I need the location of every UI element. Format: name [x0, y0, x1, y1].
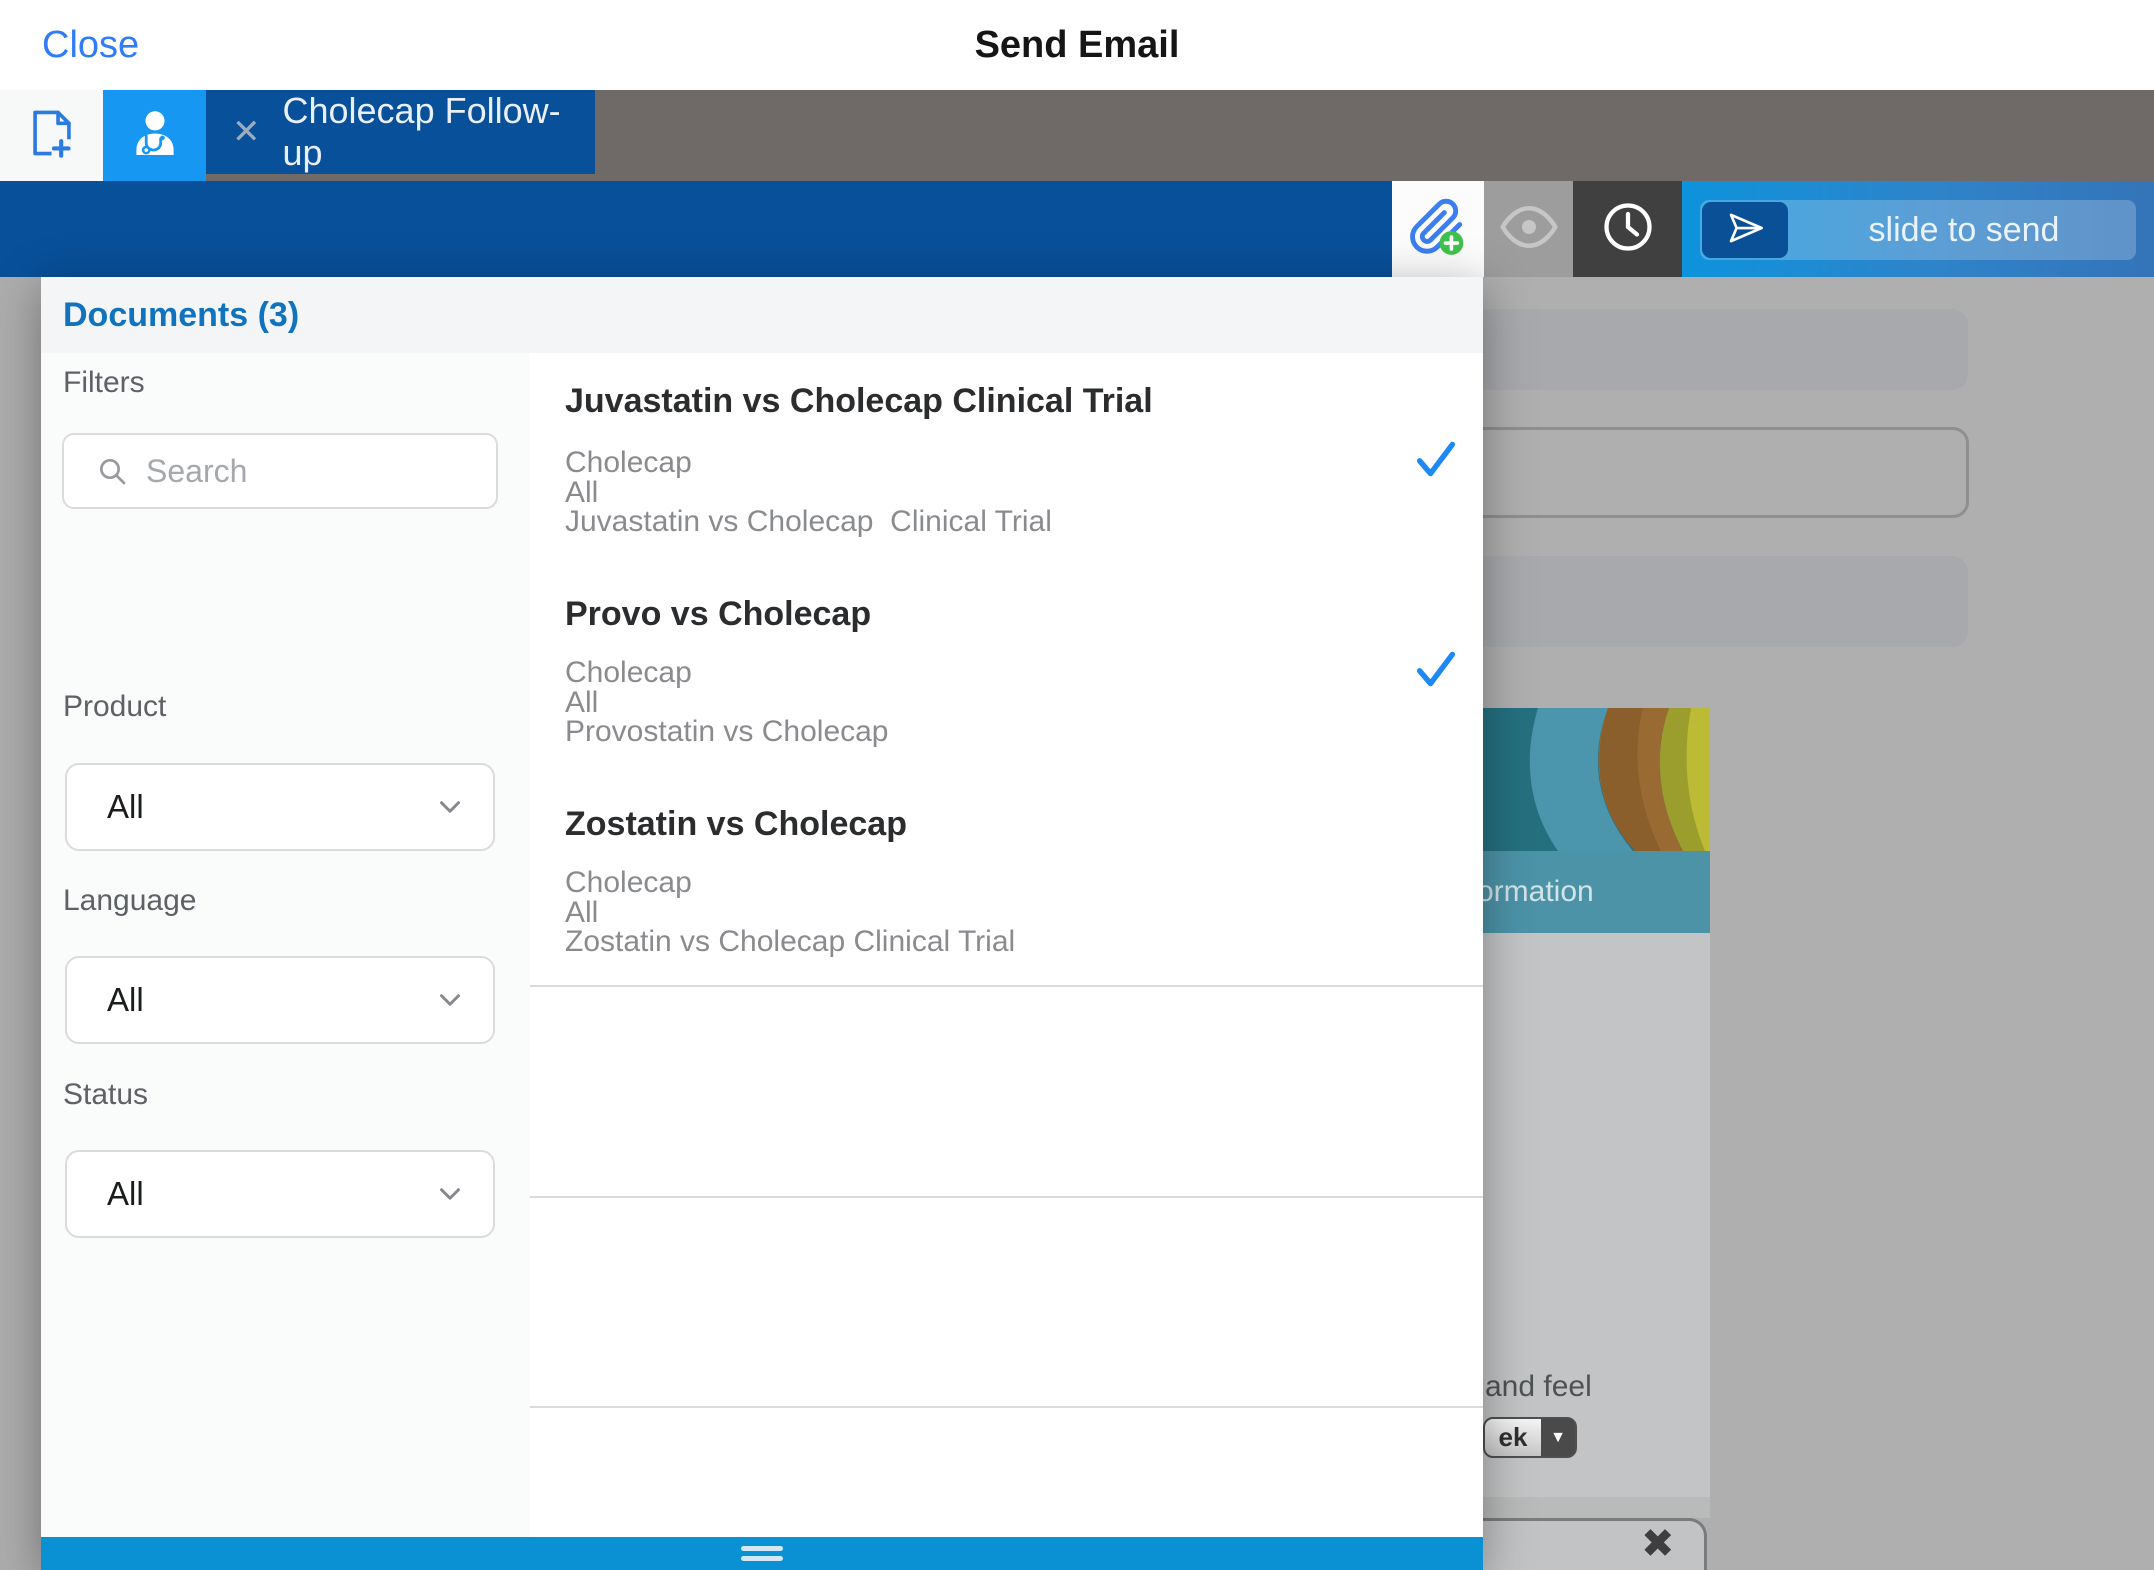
chevron-down-icon [433, 790, 467, 824]
send-email-screen: Send Email Close [0, 0, 2154, 1570]
new-document-icon [23, 100, 81, 171]
document-title: Juvastatin vs Cholecap Clinical Trial [565, 381, 1153, 421]
dropdown-arrow-icon: ▼ [1541, 1419, 1575, 1456]
email-toolbar: slide to send [0, 181, 2154, 277]
dimmed-field-subject [1483, 427, 1969, 518]
language-filter-value: All [107, 981, 433, 1019]
template-info-bar: ormation [1483, 851, 1710, 933]
filters-heading: Filters [63, 366, 145, 400]
product-filter-value: All [107, 788, 433, 826]
close-button[interactable]: Close [42, 0, 139, 90]
dim-overlay-left [0, 277, 41, 1570]
font-dropdown: ek ▼ [1483, 1417, 1577, 1458]
look-and-feel-text: and feel [1485, 1370, 1592, 1404]
document-meta: CholecapAllJuvastatin vs Cholecap Clinic… [565, 448, 1052, 537]
list-separator [530, 985, 1483, 987]
search-input[interactable] [144, 452, 478, 491]
slide-to-send-thumb[interactable] [1702, 202, 1788, 258]
chevron-down-icon [433, 1177, 467, 1211]
documents-count-title: Documents (3) [63, 296, 299, 335]
dimmed-field-cc [1483, 556, 1968, 647]
paperclip-add-icon [1407, 196, 1469, 263]
product-filter-dropdown[interactable]: All [65, 763, 495, 851]
status-filter-label: Status [63, 1078, 148, 1112]
documents-panel-header: Documents (3) [41, 277, 1483, 353]
email-tab-bar: ✕ Cholecap Follow-up [0, 90, 2154, 181]
dimmed-field-to [1483, 309, 1968, 390]
document-title: Zostatin vs Cholecap [565, 804, 907, 844]
drag-handle-icon [741, 1546, 783, 1551]
document-list: Juvastatin vs Cholecap Clinical Trial Ch… [530, 353, 1483, 1537]
modal-header: Send Email Close [0, 0, 2154, 90]
document-meta: CholecapAllZostatin vs Cholecap Clinical… [565, 868, 1015, 957]
tab-close-icon[interactable]: ✕ [232, 112, 261, 152]
slide-to-send-label: slide to send [1792, 200, 2136, 260]
documents-panel: Documents (3) Filters Product All Langua… [41, 277, 1483, 1570]
schedule-clock-button[interactable] [1573, 181, 1682, 277]
panel-resize-bar[interactable] [41, 1537, 1483, 1570]
add-attachment-button[interactable] [1392, 181, 1484, 277]
send-plane-icon [1724, 207, 1766, 254]
new-email-tab-button[interactable] [0, 90, 103, 181]
drag-handle-icon [741, 1556, 783, 1561]
template-divider-strip [1483, 1497, 1710, 1518]
email-template-preview: ormation and feel ek ▼ ✖ [1483, 708, 1710, 1570]
list-separator [530, 1406, 1483, 1408]
remove-attachment-icon: ✖ [1641, 1521, 1675, 1567]
list-separator [530, 1196, 1483, 1198]
document-search-box[interactable] [62, 433, 498, 509]
attachment-thumbnail-box: ✖ [1483, 1518, 1707, 1570]
doctor-person-icon [124, 100, 186, 171]
font-dropdown-value: ek [1485, 1419, 1541, 1456]
template-bar-text: ormation [1477, 875, 1594, 909]
status-filter-dropdown[interactable]: All [65, 1150, 495, 1238]
selected-check-icon [1414, 649, 1458, 689]
clock-icon [1598, 197, 1658, 262]
tab-cholecap-follow-up[interactable]: ✕ Cholecap Follow-up [206, 90, 595, 174]
page-title: Send Email [0, 0, 2154, 90]
language-filter-label: Language [63, 884, 196, 918]
selected-check-icon [1414, 439, 1458, 479]
language-filter-dropdown[interactable]: All [65, 956, 495, 1044]
filters-sidebar: Filters Product All Language All Status [41, 353, 530, 1537]
dim-overlay-right: ormation and feel ek ▼ ✖ [1483, 277, 2154, 1570]
template-hero-image [1483, 708, 1710, 851]
eye-icon [1499, 197, 1559, 262]
search-icon [96, 455, 128, 487]
document-meta: CholecapAllProvostatin vs Cholecap [565, 658, 889, 747]
recipient-tab-button[interactable] [103, 90, 206, 181]
chevron-down-icon [433, 983, 467, 1017]
document-title: Provo vs Cholecap [565, 594, 871, 634]
preview-eye-button[interactable] [1484, 181, 1573, 277]
tab-label: Cholecap Follow-up [283, 90, 596, 174]
slide-to-send-control: slide to send [1682, 181, 2154, 277]
template-body: and feel ek ▼ [1483, 933, 1710, 1497]
status-filter-value: All [107, 1175, 433, 1213]
product-filter-label: Product [63, 690, 166, 724]
